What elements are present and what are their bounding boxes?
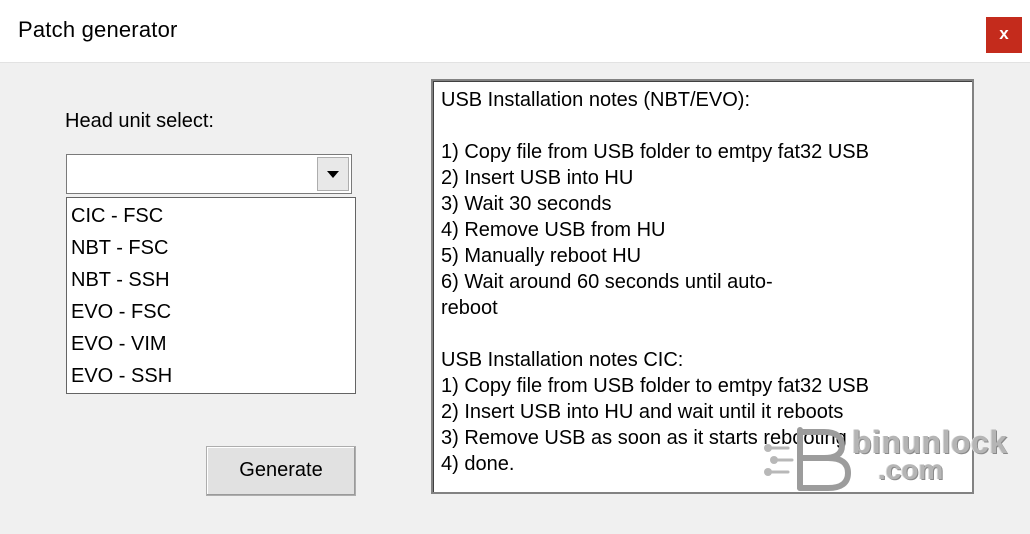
head-unit-label: Head unit select:	[65, 110, 214, 132]
dropdown-option-nbt-fsc[interactable]: NBT - FSC	[67, 234, 355, 266]
dropdown-option-evo-ssh[interactable]: EVO - SSH	[67, 362, 355, 394]
patch-generator-window: Patch generator x Head unit select: CIC …	[0, 0, 1030, 534]
installation-notes-textbox[interactable]: USB Installation notes (NBT/EVO): 1) Cop…	[431, 79, 974, 494]
notes-line: 1) Copy file from USB folder to emtpy fa…	[441, 375, 869, 397]
notes-line: reboot	[441, 297, 498, 319]
dropdown-option-nbt-ssh[interactable]: NBT - SSH	[67, 266, 355, 298]
notes-line: 3) Remove USB as soon as it starts reboo…	[441, 427, 847, 449]
generate-button[interactable]: Generate	[206, 446, 356, 496]
dropdown-option-evo-fsc[interactable]: EVO - FSC	[67, 298, 355, 330]
head-unit-dropdown-list: CIC - FSC NBT - FSC NBT - SSH EVO - FSC …	[66, 197, 356, 394]
notes-line	[441, 113, 964, 139]
notes-line: 4) Remove USB from HU	[441, 219, 666, 241]
notes-line: 2) Insert USB into HU	[441, 167, 634, 189]
notes-line: 2) Insert USB into HU and wait until it …	[441, 401, 844, 423]
close-button[interactable]: x	[986, 17, 1022, 53]
title-bar[interactable]: Patch generator x	[0, 0, 1030, 63]
notes-line	[441, 321, 964, 347]
dropdown-option-evo-vim[interactable]: EVO - VIM	[67, 330, 355, 362]
notes-line: 5) Manually reboot HU	[441, 245, 642, 267]
notes-line: 1) Copy file from USB folder to emtpy fa…	[441, 141, 869, 163]
dropdown-option-cic-fsc[interactable]: CIC - FSC	[67, 202, 355, 234]
window-title: Patch generator	[18, 17, 178, 42]
notes-line: USB Installation notes (NBT/EVO):	[441, 89, 751, 111]
notes-line: 4) done.	[441, 453, 515, 475]
notes-line: 3) Wait 30 seconds	[441, 193, 612, 215]
notes-line: 6) Wait around 60 seconds until auto-	[441, 271, 773, 293]
head-unit-select[interactable]	[66, 154, 352, 194]
notes-line: USB Installation notes CIC:	[441, 349, 684, 371]
chevron-down-icon[interactable]	[317, 157, 349, 191]
